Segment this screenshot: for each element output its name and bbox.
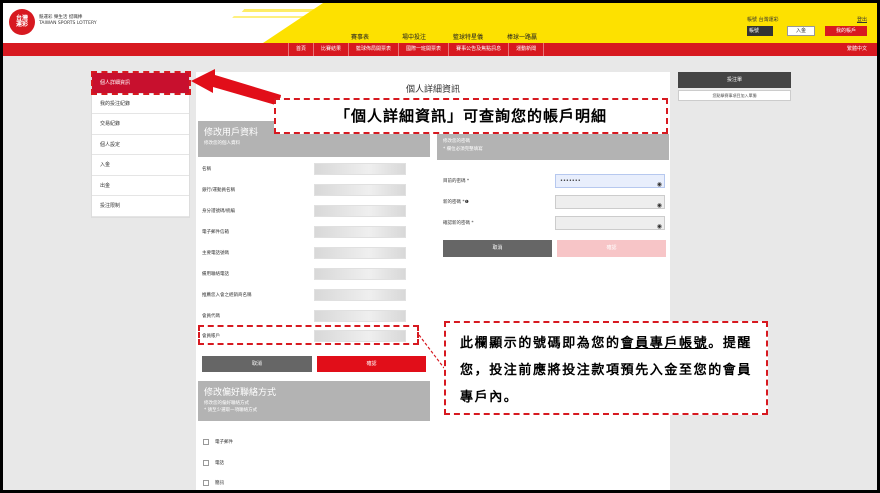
- callout-member-account: 此欄顯示的號碼即為您的會員專戶帳號。提醒您，投注前應將投注款項預先入金至您的會員…: [444, 321, 768, 415]
- screenshot-frame: 台灣 運彩 競運彩 樂生活 挺職棒 TAIWAN SPORTS LOTTERY …: [3, 3, 877, 490]
- annotation-arrows: [191, 69, 445, 369]
- member-account-highlight: [198, 325, 419, 345]
- red-arrow: [191, 69, 281, 106]
- connector-line: [418, 334, 445, 369]
- callout-profile: 「個人詳細資訊」可查詢您的帳戶明細: [274, 98, 668, 134]
